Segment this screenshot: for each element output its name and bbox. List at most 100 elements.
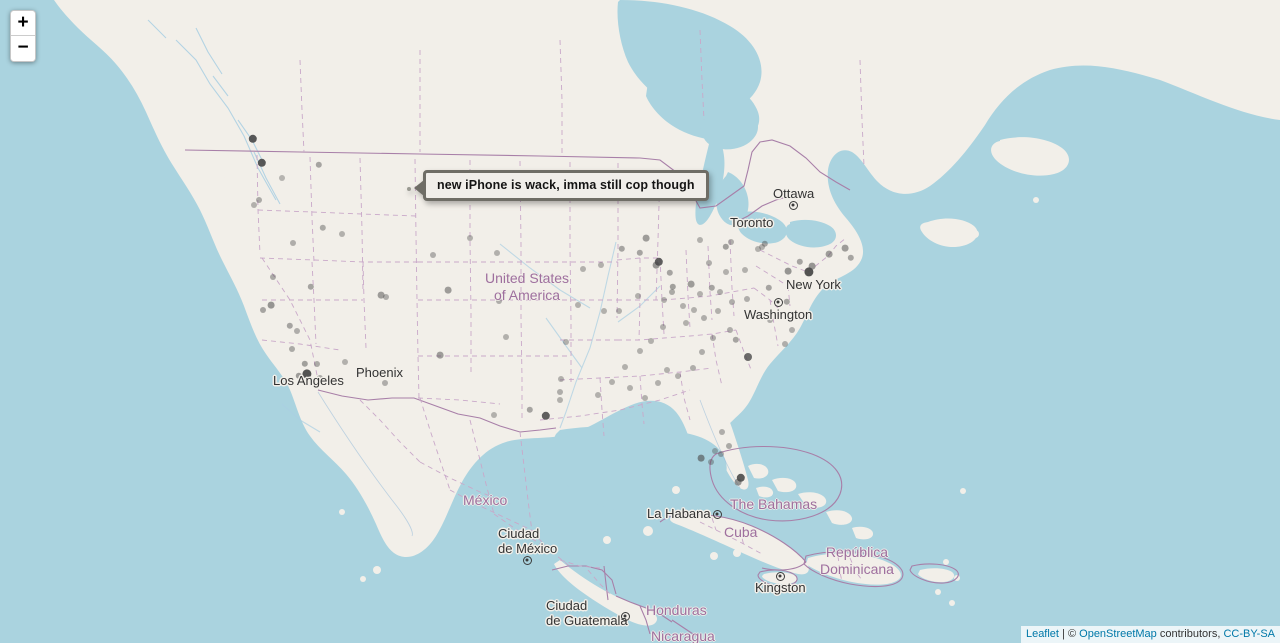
data-point-marker[interactable] bbox=[383, 294, 389, 300]
data-point-marker[interactable] bbox=[503, 334, 509, 340]
data-point-marker[interactable] bbox=[317, 375, 323, 381]
data-point-marker[interactable] bbox=[808, 262, 816, 270]
data-point-marker[interactable] bbox=[319, 224, 327, 232]
data-point-marker[interactable] bbox=[642, 395, 648, 401]
data-point-marker[interactable] bbox=[260, 307, 266, 313]
data-point-marker[interactable] bbox=[675, 373, 681, 379]
data-point-marker[interactable] bbox=[744, 353, 752, 361]
data-point-marker[interactable] bbox=[717, 289, 723, 295]
data-point-marker[interactable] bbox=[669, 289, 675, 295]
data-point-marker[interactable] bbox=[718, 451, 724, 457]
leaflet-link[interactable]: Leaflet bbox=[1026, 628, 1059, 640]
data-point-marker[interactable] bbox=[642, 234, 650, 242]
data-point-marker[interactable] bbox=[444, 286, 452, 294]
data-point-marker[interactable] bbox=[267, 301, 275, 309]
data-point-marker[interactable] bbox=[616, 308, 622, 314]
data-point-marker[interactable] bbox=[557, 397, 563, 403]
data-point-marker[interactable] bbox=[727, 327, 733, 333]
data-point-marker[interactable] bbox=[301, 360, 309, 368]
data-point-marker[interactable] bbox=[635, 293, 641, 299]
data-point-marker[interactable] bbox=[279, 175, 285, 181]
data-point-marker[interactable] bbox=[248, 134, 258, 144]
data-point-marker[interactable] bbox=[699, 349, 705, 355]
data-point-marker[interactable] bbox=[765, 284, 773, 292]
data-point-marker[interactable] bbox=[712, 448, 718, 454]
data-point-marker[interactable] bbox=[728, 239, 734, 245]
data-point-marker[interactable] bbox=[609, 379, 615, 385]
data-point-marker[interactable] bbox=[558, 376, 564, 382]
zoom-out-button[interactable]: − bbox=[11, 36, 35, 61]
data-point-marker[interactable] bbox=[789, 327, 795, 333]
data-point-marker[interactable] bbox=[256, 197, 262, 203]
data-point-marker[interactable] bbox=[841, 244, 849, 252]
data-point-marker[interactable] bbox=[697, 291, 703, 297]
data-point-marker[interactable] bbox=[723, 269, 729, 275]
data-point-marker[interactable] bbox=[314, 361, 320, 367]
data-point-marker[interactable] bbox=[708, 284, 716, 292]
data-point-marker[interactable] bbox=[706, 260, 712, 266]
data-point-marker[interactable] bbox=[652, 261, 660, 269]
data-point-marker[interactable] bbox=[847, 254, 855, 262]
data-point-marker[interactable] bbox=[690, 365, 696, 371]
license-link[interactable]: CC-BY-SA bbox=[1223, 628, 1275, 640]
data-point-marker[interactable] bbox=[637, 348, 643, 354]
data-point-marker[interactable] bbox=[290, 240, 296, 246]
data-point-marker[interactable] bbox=[618, 245, 626, 253]
zoom-control[interactable]: + − bbox=[10, 10, 36, 62]
data-point-marker[interactable] bbox=[342, 359, 348, 365]
data-point-marker[interactable] bbox=[541, 411, 551, 421]
data-point-marker[interactable] bbox=[759, 244, 765, 250]
data-point-marker[interactable] bbox=[715, 308, 721, 314]
data-point-marker[interactable] bbox=[557, 389, 563, 395]
data-point-marker[interactable] bbox=[491, 412, 497, 418]
data-point-marker[interactable] bbox=[307, 283, 315, 291]
data-point-marker[interactable] bbox=[382, 380, 388, 386]
data-point-marker[interactable] bbox=[666, 269, 674, 277]
data-point-marker[interactable] bbox=[294, 328, 300, 334]
data-point-marker[interactable] bbox=[726, 443, 732, 449]
data-point-marker[interactable] bbox=[734, 478, 742, 486]
data-point-marker[interactable] bbox=[719, 429, 725, 435]
map-popup[interactable]: new iPhone is wack, imma still cop thoug… bbox=[407, 170, 709, 201]
openstreetmap-link[interactable]: OpenStreetMap bbox=[1079, 628, 1157, 640]
data-point-marker[interactable] bbox=[494, 250, 500, 256]
data-point-marker[interactable] bbox=[691, 307, 697, 313]
data-point-marker[interactable] bbox=[251, 202, 257, 208]
data-point-marker[interactable] bbox=[270, 274, 276, 280]
data-point-marker[interactable] bbox=[744, 296, 750, 302]
data-point-marker[interactable] bbox=[742, 267, 748, 273]
data-point-marker[interactable] bbox=[783, 298, 791, 306]
data-point-marker[interactable] bbox=[687, 280, 695, 288]
data-point-marker[interactable] bbox=[722, 243, 730, 251]
data-point-marker[interactable] bbox=[660, 324, 666, 330]
data-point-marker[interactable] bbox=[257, 158, 267, 168]
data-point-marker[interactable] bbox=[430, 252, 436, 258]
data-point-marker[interactable] bbox=[701, 315, 707, 321]
data-point-marker[interactable] bbox=[598, 262, 604, 268]
data-point-marker[interactable] bbox=[729, 299, 735, 305]
data-point-marker[interactable] bbox=[661, 297, 667, 303]
data-point-marker[interactable] bbox=[575, 302, 581, 308]
data-point-marker[interactable] bbox=[697, 237, 703, 243]
data-point-marker[interactable] bbox=[680, 303, 686, 309]
data-point-marker[interactable] bbox=[315, 161, 323, 169]
data-point-marker[interactable] bbox=[708, 459, 714, 465]
data-point-marker[interactable] bbox=[467, 235, 473, 241]
data-point-marker[interactable] bbox=[563, 339, 569, 345]
data-point-marker[interactable] bbox=[784, 267, 792, 275]
data-point-marker[interactable] bbox=[796, 258, 804, 266]
data-point-marker[interactable] bbox=[595, 392, 601, 398]
data-point-marker[interactable] bbox=[767, 317, 773, 323]
data-point-marker[interactable] bbox=[601, 308, 607, 314]
data-point-marker[interactable] bbox=[732, 336, 740, 344]
data-point-marker[interactable] bbox=[339, 231, 345, 237]
data-point-marker[interactable] bbox=[683, 320, 689, 326]
data-point-marker[interactable] bbox=[627, 385, 633, 391]
data-point-marker[interactable] bbox=[697, 454, 705, 462]
map-container[interactable]: .land { fill:#f2efe9; } .water { fill:#a… bbox=[0, 0, 1280, 643]
data-point-marker[interactable] bbox=[710, 335, 716, 341]
data-point-marker[interactable] bbox=[655, 380, 661, 386]
data-point-marker[interactable] bbox=[636, 249, 644, 257]
data-point-marker[interactable] bbox=[648, 338, 654, 344]
data-point-marker[interactable] bbox=[664, 367, 670, 373]
